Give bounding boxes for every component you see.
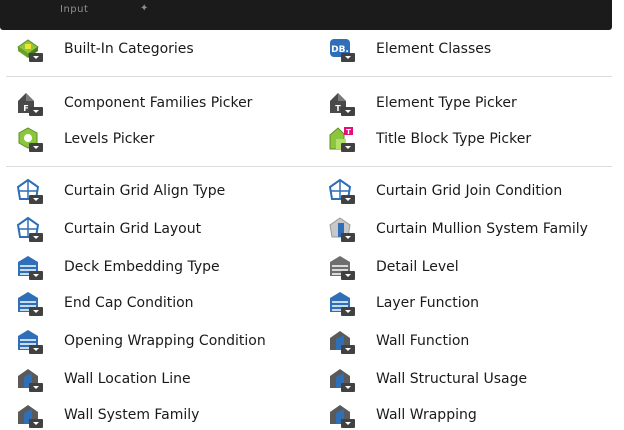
node-built-in-categories[interactable]: Built-In Categories [16,34,194,64]
family-picker-icon: F [16,89,44,117]
node-element-type-picker[interactable]: T Element Type Picker [328,88,517,118]
node-wall-function[interactable]: Wall Function [328,326,469,356]
database-icon: DB. [328,35,356,63]
node-label: Levels Picker [64,131,155,147]
curtain-grid-icon [16,177,44,205]
node-label: Curtain Grid Align Type [64,183,226,199]
node-label: Wall System Family [64,407,200,423]
section-divider [6,166,612,167]
wall-layers-icon [16,289,44,317]
curtain-grid-icon [16,215,44,243]
pin-icon[interactable]: ✦ [140,3,148,14]
wall-layers-icon [328,289,356,317]
node-wall-system-family[interactable]: Wall System Family [16,400,199,430]
node-label: Title Block Type Picker [376,131,532,147]
node-label: End Cap Condition [64,295,194,311]
panel-header: Input ✦ [0,0,612,30]
node-label: Deck Embedding Type [64,259,220,275]
wall-icon [16,401,44,429]
wall-icon [328,327,356,355]
node-label: Wall Location Line [64,371,191,387]
node-label: Wall Structural Usage [376,371,528,387]
node-curtain-mullion-system-family[interactable]: Curtain Mullion System Family [328,214,588,244]
node-label: Layer Function [376,295,480,311]
levels-icon [16,125,44,153]
library-panel: Input ✦ Built-In Categories DB. Element … [0,0,624,430]
wall-layers-icon [16,327,44,355]
node-levels-picker[interactable]: Levels Picker [16,124,154,154]
node-wall-structural-usage[interactable]: Wall Structural Usage [328,364,527,394]
node-component-families-picker[interactable]: F Component Families Picker [16,88,252,118]
svg-text:F: F [23,104,28,113]
node-label: Wall Function [376,333,470,349]
wall-icon [328,365,356,393]
node-layer-function[interactable]: Layer Function [328,288,479,318]
svg-text:T: T [346,128,351,136]
wall-icon [16,365,44,393]
mullion-icon [328,215,356,243]
node-curtain-grid-layout[interactable]: Curtain Grid Layout [16,214,201,244]
type-picker-icon: T [328,89,356,117]
node-title-block-type-picker[interactable]: T Title Block Type Picker [328,124,531,154]
header-title: Input [60,4,89,15]
wall-layers-icon [16,253,44,281]
curtain-grid-icon [328,177,356,205]
node-label: Curtain Grid Layout [64,221,202,237]
categories-icon [16,35,44,63]
node-wall-wrapping[interactable]: Wall Wrapping [328,400,477,430]
title-block-icon: T [328,125,356,153]
node-label: Wall Wrapping [376,407,477,423]
node-label: Detail Level [376,259,459,275]
node-element-classes[interactable]: DB. Element Classes [328,34,491,64]
node-detail-level[interactable]: Detail Level [328,252,459,282]
node-opening-wrapping-condition[interactable]: Opening Wrapping Condition [16,326,266,356]
wall-icon [328,401,356,429]
section-divider [6,76,612,77]
node-label: Curtain Mullion System Family [376,221,588,237]
node-deck-embedding-type[interactable]: Deck Embedding Type [16,252,220,282]
node-label: Opening Wrapping Condition [64,333,266,349]
detail-level-icon [328,253,356,281]
node-curtain-grid-join-condition[interactable]: Curtain Grid Join Condition [328,176,562,206]
node-curtain-grid-align-type[interactable]: Curtain Grid Align Type [16,176,225,206]
node-label: Component Families Picker [64,95,253,111]
node-wall-location-line[interactable]: Wall Location Line [16,364,191,394]
node-label: Element Type Picker [376,95,517,111]
node-end-cap-condition[interactable]: End Cap Condition [16,288,194,318]
node-label: Element Classes [376,41,492,57]
node-label: Curtain Grid Join Condition [376,183,563,199]
node-label: Built-In Categories [64,41,194,57]
